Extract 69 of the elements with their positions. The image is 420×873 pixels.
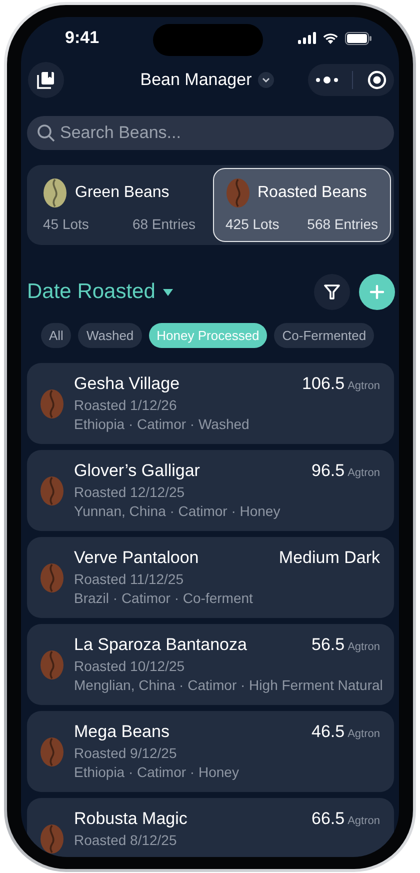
roast-value: 56.5 (311, 635, 345, 655)
segment-tab[interactable]: Green Beans 45 Lots 68 Entries (30, 168, 208, 242)
bean-card[interactable]: Verve Pantaloon Medium Dark Roasted 11/12/25 Brazil · Catimor · Co-ferment (27, 537, 394, 618)
chevron-down-icon[interactable] (258, 72, 274, 88)
roast-value: 46.5 (311, 722, 345, 742)
filter-icon (324, 284, 340, 300)
origin-details: Ethiopia · Catimor · Washed (74, 416, 250, 432)
bean-card[interactable]: Glover’s Galligar 96.5 Agtron Roasted 12/12/25 Yunnan, China · Catimor · Honey (27, 450, 394, 531)
app-title[interactable]: Bean Manager (140, 70, 252, 90)
roast-date: Roasted 12/12/25 (74, 484, 186, 500)
roast-date: Roasted 1/12/26 (74, 397, 178, 413)
entry-count: 68 Entries (132, 216, 196, 232)
roast-date: Roasted 9/12/25 (74, 745, 178, 761)
segment-tab[interactable]: Roasted Beans 425 Lots 568 Entries (212, 168, 391, 242)
stacked-squares-icon (37, 71, 55, 89)
plus-icon (370, 285, 384, 299)
coffee-bean-icon (40, 476, 64, 506)
record-icon[interactable] (367, 70, 388, 90)
bean-name: La Sparoza Bantanoza (74, 635, 247, 655)
signal-icon (298, 32, 316, 44)
more-icon[interactable] (314, 76, 339, 84)
roast-value: 106.5 (302, 374, 345, 394)
roast-date: Roasted 8/12/25 (74, 832, 178, 848)
bean-name: Gesha Village (74, 374, 180, 394)
add-button[interactable] (359, 274, 395, 310)
value-unit: Agtron (348, 728, 380, 740)
caret-icon (163, 288, 174, 296)
roast-date: Roasted 10/12/25 (74, 658, 186, 674)
lot-count: 425 Lots (226, 216, 280, 232)
origin-details: Yunnan, China · Catimor · Honey (74, 503, 282, 519)
origin-details: Ethiopia · Catimor · Honey (74, 764, 240, 780)
value-unit: Agtron (348, 815, 380, 827)
battery-icon (345, 32, 372, 44)
value-unit: Agtron (348, 380, 380, 392)
coffee-bean-icon (40, 650, 64, 680)
bean-card[interactable]: Robusta Magic 66.5 Agtron Roasted 8/12/25 (27, 798, 394, 857)
sort-dropdown[interactable]: Date Roasted (27, 280, 174, 304)
bean-name: Verve Pantaloon (74, 548, 199, 568)
bean-card[interactable]: Mega Beans 46.5 Agtron Roasted 9/12/25 Ethiopia · Catimor · Honey (27, 711, 394, 792)
lot-count: 45 Lots (43, 216, 89, 232)
roast-value: Medium Dark (278, 548, 380, 568)
filter-chip[interactable]: Washed (78, 323, 142, 348)
search-icon (37, 124, 55, 142)
filter-chip[interactable]: All (41, 323, 72, 348)
origin-details: Brazil · Catimor · Co-ferment (74, 590, 254, 606)
roast-value: 96.5 (311, 461, 345, 481)
coffee-bean-icon (40, 562, 64, 592)
coffee-bean-icon (40, 388, 64, 418)
status-time: 9:41 (65, 28, 100, 48)
origin-details: Menglian, China · Catimor · High Ferment Natural (74, 677, 380, 693)
segment-title: Roasted Beans (258, 184, 367, 202)
segment-title: Green Beans (75, 184, 170, 202)
wifi-icon (322, 32, 339, 44)
coffee-bean-icon (40, 736, 64, 766)
bean-card[interactable]: La Sparoza Bantanoza 56.5 Agtron Roasted 10/12/25 Menglian, China · Catimor · High Ferment Natural (27, 624, 394, 705)
library-button[interactable] (28, 62, 64, 98)
bean-name: Glover’s Galligar (74, 461, 200, 481)
bean-card[interactable]: Gesha Village 106.5 Agtron Roasted 1/12/26 Ethiopia · Catimor · Washed (27, 363, 394, 444)
value-unit: Agtron (348, 641, 380, 653)
bean-name: Mega Beans (74, 722, 170, 742)
bean-name: Robusta Magic (74, 809, 188, 829)
roast-value: 66.5 (311, 809, 345, 829)
filter-button[interactable] (314, 274, 350, 310)
search-field[interactable]: Search Beans... (27, 116, 394, 150)
value-unit: Agtron (348, 467, 380, 479)
entry-count: 568 Entries (307, 216, 378, 232)
roast-date: Roasted 11/12/25 (74, 571, 184, 587)
coffee-bean-icon (40, 824, 64, 854)
filter-chip[interactable]: Co-Fermented (274, 323, 374, 348)
